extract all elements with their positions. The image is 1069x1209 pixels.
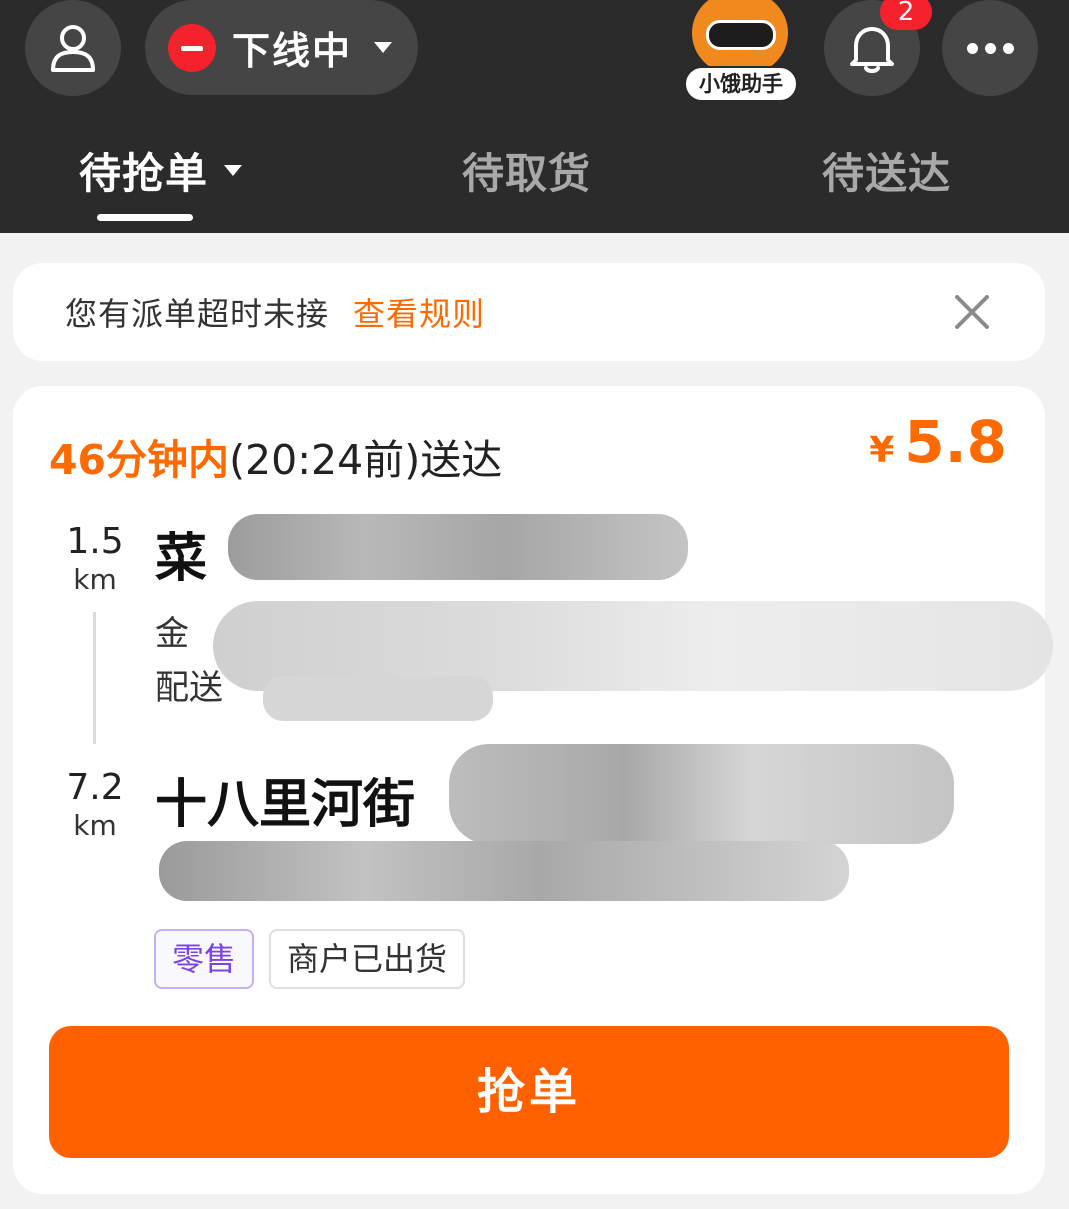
pickup-store-name: 菜 <box>155 529 208 589</box>
redacted-dropoff-address <box>159 841 849 901</box>
chevron-down-icon <box>374 42 393 53</box>
pickup-delivery-note: 配送 <box>155 668 223 708</box>
order-card[interactable]: 46分钟内(20:24前)送达 ¥ 5.8 1.5 km 菜 金 配送 7.2 … <box>13 386 1053 1194</box>
tab-pending-delivery[interactable]: 待送达 <box>822 140 951 201</box>
merchant-shipped-tag: 商户已出货 <box>269 929 466 989</box>
tab-label: 待抢单 <box>79 149 209 198</box>
order-price: ¥ 5.8 <box>869 408 1007 476</box>
dropoff-distance-value: 7.2 <box>66 767 124 808</box>
view-rules-link[interactable]: 查看规则 <box>353 289 485 335</box>
tab-pending-pickup[interactable]: 待取货 <box>462 140 591 201</box>
dropoff-address-name: 十八里河街 <box>155 775 416 835</box>
pickup-address-line: 金 <box>155 614 189 654</box>
tab-pending-grab[interactable]: 待抢单 <box>79 140 243 201</box>
price-amount: 5.8 <box>904 408 1007 476</box>
top-header: 下线中 小饿助手 2 待抢单 待取货 待送达 <box>0 0 1069 233</box>
dropoff-distance-unit: km <box>73 809 117 842</box>
online-status-dropdown[interactable]: 下线中 <box>145 0 418 95</box>
order-tabs: 待抢单 待取货 待送达 <box>0 140 1069 220</box>
offline-status-icon <box>168 23 216 72</box>
redacted-dropoff-name <box>449 744 954 844</box>
delivery-deadline: 46分钟内(20:24前)送达 <box>49 426 502 486</box>
pickup-distance-unit: km <box>73 563 117 596</box>
more-dots-icon <box>966 42 1014 54</box>
retail-tag: 零售 <box>154 929 255 989</box>
redacted-pickup-name <box>228 514 688 580</box>
assistant-label: 小饿助手 <box>684 66 798 102</box>
grab-order-button[interactable]: 抢单 <box>49 1026 1009 1158</box>
close-icon[interactable] <box>953 293 991 331</box>
assistant-avatar-icon <box>692 0 788 74</box>
assistant-button[interactable]: 小饿助手 <box>682 0 800 106</box>
profile-button[interactable] <box>25 0 121 96</box>
active-tab-indicator <box>97 214 193 221</box>
more-button[interactable] <box>942 0 1038 96</box>
user-icon <box>51 25 95 72</box>
dropoff-distance: 7.2 km <box>50 768 140 844</box>
route-connector <box>93 612 96 744</box>
pickup-distance: 1.5 km <box>50 522 140 598</box>
redacted-pickup-note <box>263 676 493 721</box>
pickup-distance-value: 1.5 <box>66 521 124 562</box>
notification-badge: 2 <box>880 0 932 30</box>
deadline-highlight: 46分钟内 <box>49 436 230 484</box>
bell-icon <box>850 27 894 73</box>
chevron-down-icon <box>224 165 243 176</box>
timeout-notice-banner: 您有派单超时未接 查看规则 <box>13 263 1045 361</box>
status-label: 下线中 <box>232 29 353 73</box>
price-currency: ¥ <box>869 430 895 471</box>
deadline-time: (20:24前)送达 <box>229 436 503 484</box>
notice-text: 您有派单超时未接 <box>65 295 330 333</box>
